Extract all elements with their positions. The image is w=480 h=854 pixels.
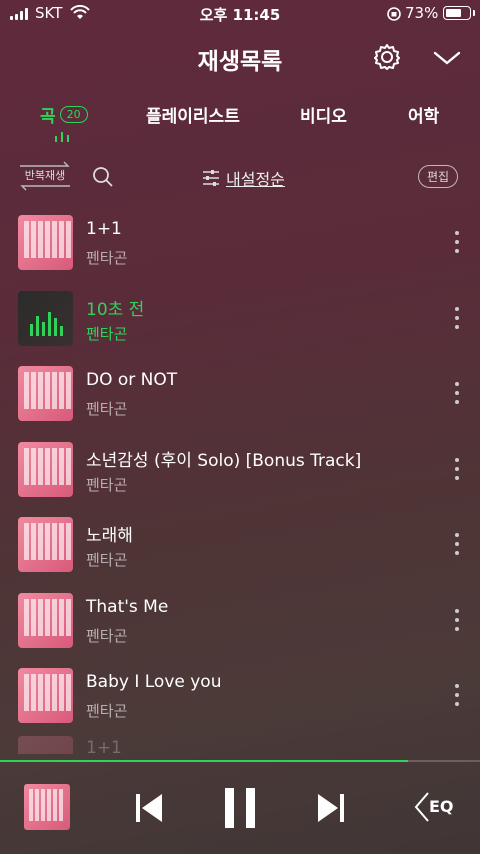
tab-bar: 곡 20 플레이리스트 비디오 어학	[0, 98, 480, 144]
tab-songs-count: 20	[59, 106, 88, 123]
equalizer-indicator-icon	[55, 132, 71, 142]
pause-icon[interactable]	[223, 786, 257, 830]
more-options-icon[interactable]	[450, 457, 464, 480]
list-item[interactable]: Baby I Love you 펜타곤	[0, 658, 480, 734]
song-title: That's Me	[86, 596, 169, 617]
song-title: 소년감성 (후이 Solo) [Bonus Track]	[86, 450, 362, 471]
list-item[interactable]: 10초 전 펜타곤	[0, 281, 480, 357]
song-title: 1+1	[86, 737, 122, 754]
next-icon[interactable]	[316, 792, 346, 824]
tab-songs[interactable]: 곡 20	[40, 102, 88, 127]
status-bar: SKT 오후 11:45 73%	[0, 0, 480, 28]
chevron-down-icon[interactable]	[432, 48, 462, 68]
song-title: 노래해	[86, 526, 133, 546]
gear-icon[interactable]	[372, 42, 402, 72]
page-title: 재생목록	[197, 49, 283, 75]
mini-player: EQ	[0, 762, 480, 854]
song-list: 1+1 펜타곤 10초 전 펜타곤 DO or NOT 펜타곤 소년감성 (후이…	[0, 205, 480, 754]
tab-playlist[interactable]: 플레이리스트	[146, 102, 240, 127]
album-art	[18, 668, 73, 723]
search-icon[interactable]	[92, 166, 114, 188]
list-item[interactable]: 1+1 펜타곤	[0, 205, 480, 281]
equalizer-button[interactable]: EQ	[412, 790, 460, 824]
edit-button[interactable]: 편집	[418, 165, 459, 188]
album-art	[18, 366, 73, 421]
eq-label: EQ	[429, 797, 454, 816]
song-artist: 펜타곤	[86, 400, 128, 418]
song-artist: 펜타곤	[86, 324, 128, 343]
song-title: Baby I Love you	[86, 672, 222, 692]
battery-percent: 73%	[405, 4, 439, 22]
tab-language[interactable]: 어학	[408, 102, 439, 127]
orientation-lock-icon	[387, 7, 401, 21]
now-playing-art	[18, 290, 73, 346]
song-artist: 펜타곤	[86, 551, 128, 569]
song-title: DO or NOT	[86, 370, 178, 390]
album-art	[18, 517, 73, 572]
list-item[interactable]: DO or NOT 펜타곤	[0, 356, 480, 432]
repeat-button[interactable]: 반복재생	[18, 160, 72, 191]
list-item[interactable]: 노래해 펜타곤	[0, 507, 480, 583]
album-art	[18, 441, 73, 497]
song-artist: 펜타곤	[86, 249, 128, 267]
song-artist: 펜타곤	[86, 475, 128, 494]
song-artist: 펜타곤	[86, 702, 128, 720]
album-art	[18, 215, 73, 270]
sort-label: 내설정순	[226, 170, 285, 189]
more-options-icon[interactable]	[450, 382, 464, 404]
tab-songs-label: 곡	[40, 107, 56, 127]
more-options-icon[interactable]	[450, 684, 464, 706]
list-toolbar: 반복재생 내설정순 편집	[0, 158, 480, 194]
song-title: 1+1	[86, 219, 122, 239]
tab-video[interactable]: 비디오	[300, 102, 347, 127]
previous-icon[interactable]	[134, 792, 164, 824]
more-options-icon[interactable]	[450, 231, 464, 253]
list-item[interactable]: 1+1	[0, 734, 480, 754]
sort-button[interactable]: 내설정순	[202, 166, 285, 190]
player-album-art[interactable]	[24, 784, 70, 830]
song-artist: 펜타곤	[86, 626, 128, 645]
album-art	[18, 592, 73, 648]
battery-icon	[443, 6, 471, 20]
sort-sliders-icon	[203, 170, 219, 186]
more-options-icon[interactable]	[450, 533, 464, 555]
more-options-icon[interactable]	[450, 306, 464, 329]
list-item[interactable]: 소년감성 (후이 Solo) [Bonus Track] 펜타곤	[0, 432, 480, 508]
album-art	[18, 735, 73, 754]
more-options-icon[interactable]	[450, 608, 464, 631]
song-title: 10초 전	[86, 299, 145, 320]
repeat-label: 반복재생	[24, 169, 66, 182]
list-item[interactable]: That's Me 펜타곤	[0, 583, 480, 659]
